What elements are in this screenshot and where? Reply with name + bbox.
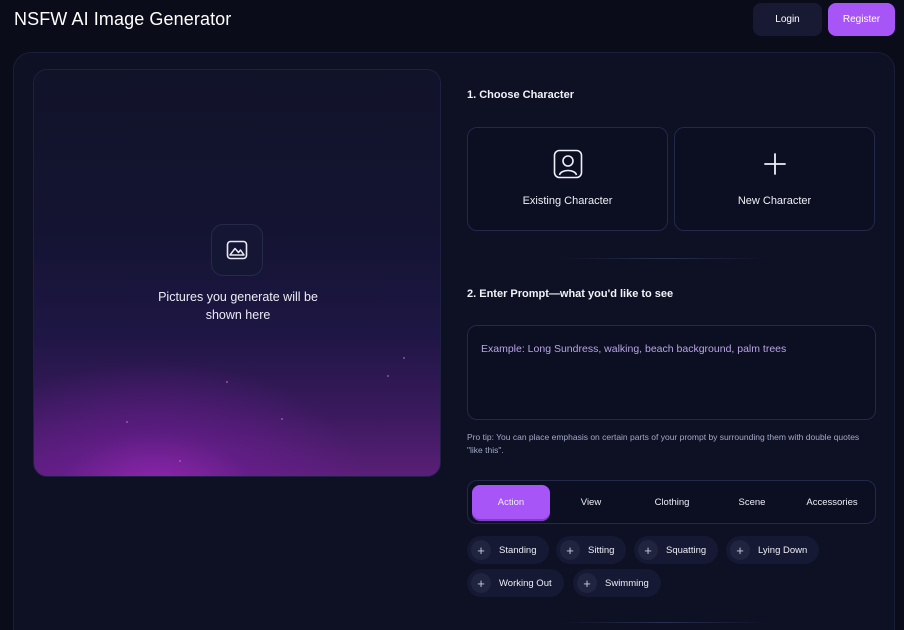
chip-label: Squatting xyxy=(666,544,707,556)
chip-label: Swimming xyxy=(605,577,649,589)
tab-action[interactable]: Action xyxy=(472,485,550,519)
user-square-icon xyxy=(553,149,583,184)
pro-tip-text: Pro tip: You can place emphasis on certa… xyxy=(467,432,860,455)
preview-message-line-1: Pictures you generate will be xyxy=(158,290,318,304)
plus-icon xyxy=(763,153,786,180)
chip-label: Standing xyxy=(499,544,537,556)
category-tabs: Action View Clothing Scene Accessories xyxy=(467,480,876,524)
tab-accessories[interactable]: Accessories xyxy=(793,485,871,519)
section-divider xyxy=(560,258,770,259)
chip-label: Lying Down xyxy=(758,544,808,556)
chip-label: Sitting xyxy=(588,544,615,556)
plus-icon: + xyxy=(560,540,580,560)
image-icon xyxy=(211,224,263,276)
login-button[interactable]: Login xyxy=(753,3,822,36)
image-preview-area: Pictures you generate will be shown here xyxy=(33,69,441,477)
tab-view[interactable]: View xyxy=(552,485,630,519)
preview-placeholder-text: Pictures you generate will be shown here xyxy=(138,288,338,324)
preview-message-line-2: shown here xyxy=(205,308,271,322)
plus-icon: + xyxy=(730,540,750,560)
chip-label: Working Out xyxy=(499,577,552,589)
chip-sitting[interactable]: + Sitting xyxy=(556,536,627,564)
plus-icon: + xyxy=(471,540,491,560)
plus-icon: + xyxy=(577,573,597,593)
existing-character-label: Existing Character xyxy=(522,195,613,207)
plus-icon: + xyxy=(471,573,491,593)
prompt-input[interactable] xyxy=(467,325,876,420)
chip-swimming[interactable]: + Swimming xyxy=(573,569,661,597)
new-character-card[interactable]: New Character xyxy=(674,127,875,231)
register-button[interactable]: Register xyxy=(828,3,895,36)
chip-lying-down[interactable]: + Lying Down xyxy=(726,536,820,564)
app-title: NSFW AI Image Generator xyxy=(14,9,232,29)
existing-character-card[interactable]: Existing Character xyxy=(467,127,668,231)
enter-prompt-title: 2. Enter Prompt—what you'd like to see xyxy=(467,288,674,300)
tab-clothing[interactable]: Clothing xyxy=(633,485,711,519)
top-bar: NSFW AI Image Generator Login Register xyxy=(0,0,904,40)
chip-standing[interactable]: + Standing xyxy=(467,536,549,564)
plus-icon: + xyxy=(638,540,658,560)
chip-squatting[interactable]: + Squatting xyxy=(634,536,719,564)
choose-character-title: 1. Choose Character xyxy=(467,89,574,101)
new-character-label: New Character xyxy=(737,195,812,207)
tab-scene[interactable]: Scene xyxy=(713,485,791,519)
section-divider xyxy=(560,622,770,623)
chip-working-out[interactable]: + Working Out xyxy=(467,569,564,597)
